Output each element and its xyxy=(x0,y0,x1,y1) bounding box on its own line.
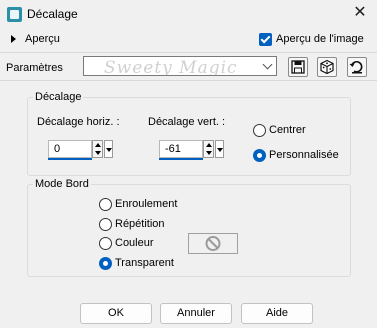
help-button[interactable]: Aide xyxy=(241,303,313,324)
watermark: Sweety Magic xyxy=(104,58,238,76)
radio-repeat-label[interactable]: Répétition xyxy=(115,218,165,230)
edge-color-swatch[interactable] xyxy=(188,233,238,254)
radio-custom[interactable] xyxy=(253,149,266,162)
randomize-dice-icon xyxy=(320,59,334,75)
image-preview-label[interactable]: Aperçu de l'image xyxy=(276,33,364,45)
title-bar: Décalage ✕ xyxy=(0,0,377,29)
preview-toggle-label[interactable]: Aperçu xyxy=(25,33,60,45)
reset-defaults-button[interactable] xyxy=(347,57,367,77)
no-color-icon xyxy=(205,236,221,251)
image-preview-checkbox[interactable] xyxy=(259,33,272,46)
divider xyxy=(0,80,377,81)
horizontal-offset-spin-arrows[interactable] xyxy=(92,140,103,158)
input-focus-underline xyxy=(48,158,92,160)
radio-center-label[interactable]: Centrer xyxy=(269,124,306,136)
horizontal-offset-dropdown[interactable] xyxy=(104,140,113,158)
offset-group xyxy=(27,97,351,176)
radio-color[interactable] xyxy=(99,237,112,250)
reset-defaults-icon xyxy=(349,61,363,74)
edge-mode-group-title: Mode Bord xyxy=(33,178,91,190)
divider xyxy=(0,52,377,53)
save-preset-button[interactable] xyxy=(288,57,308,77)
radio-repeat[interactable] xyxy=(99,218,112,231)
presets-label: Paramètres xyxy=(6,62,63,74)
ok-button[interactable]: OK xyxy=(80,303,152,324)
offset-group-title: Décalage xyxy=(33,91,84,103)
close-icon[interactable]: ✕ xyxy=(350,3,370,23)
chevron-down-icon[interactable] xyxy=(261,57,276,75)
expand-caret-icon[interactable] xyxy=(11,35,16,43)
radio-wrap-label[interactable]: Enroulement xyxy=(115,198,177,210)
radio-center[interactable] xyxy=(253,124,266,137)
horizontal-offset-input[interactable]: 0 xyxy=(48,140,92,158)
presets-dropdown[interactable]: Sweety Magic xyxy=(83,56,277,76)
vertical-offset-dropdown[interactable] xyxy=(215,140,224,158)
radio-transparent[interactable] xyxy=(99,257,112,270)
radio-transparent-label[interactable]: Transparent xyxy=(115,257,174,269)
save-preset-icon xyxy=(291,60,305,74)
edge-mode-group xyxy=(27,184,351,277)
window-title: Décalage xyxy=(27,7,78,21)
vertical-offset-label: Décalage vert. : xyxy=(148,116,226,128)
randomize-button[interactable] xyxy=(317,57,337,77)
app-icon xyxy=(7,7,22,22)
vertical-offset-input[interactable]: -61 xyxy=(159,140,203,158)
radio-custom-label[interactable]: Personnalisée xyxy=(269,149,339,161)
radio-color-label[interactable]: Couleur xyxy=(115,237,154,249)
vertical-offset-spin-arrows[interactable] xyxy=(203,140,214,158)
radio-wrap[interactable] xyxy=(99,198,112,211)
horizontal-offset-label: Décalage horiz. : xyxy=(37,116,120,128)
input-focus-underline xyxy=(159,158,203,160)
cancel-button[interactable]: Annuler xyxy=(160,303,232,324)
